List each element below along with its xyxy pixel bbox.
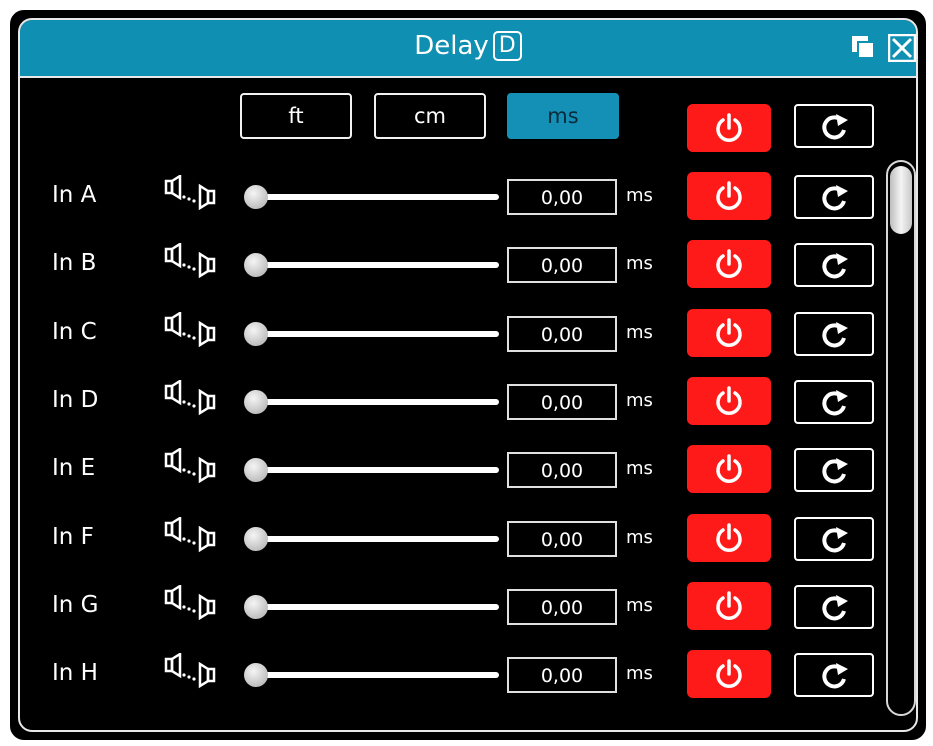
power-icon <box>716 318 742 347</box>
channel-f-value-field[interactable]: 0,00 <box>507 521 617 557</box>
reset-icon <box>822 253 848 279</box>
window-title-text: Delay <box>414 31 489 61</box>
speaker-link-icon[interactable] <box>160 175 222 213</box>
speaker-link-icon[interactable] <box>160 517 222 555</box>
channel-h-reset-button[interactable] <box>794 653 874 697</box>
reset-icon <box>822 663 848 689</box>
channel-c-delay-slider[interactable] <box>252 331 499 337</box>
channel-e-delay-slider[interactable] <box>252 467 499 473</box>
channel-f-unit-label: ms <box>626 527 653 548</box>
unit-cm-button[interactable]: cm <box>374 93 486 139</box>
channel-d-delay-slider[interactable] <box>252 399 499 405</box>
channel-e-power-button[interactable] <box>687 445 771 493</box>
channel-c-value-field[interactable]: 0,00 <box>507 316 617 352</box>
channel-d-slider-knob[interactable] <box>244 390 268 414</box>
channel-b-label: In B <box>52 250 97 276</box>
unit-ft-button[interactable]: ft <box>240 93 352 139</box>
master-reset-button[interactable] <box>794 104 874 148</box>
window-title: Delay D <box>20 31 916 61</box>
channel-h-value-field[interactable]: 0,00 <box>507 657 617 693</box>
speaker-link-icon[interactable] <box>160 448 222 486</box>
channel-c-power-button[interactable] <box>687 309 771 357</box>
channel-b-slider-knob[interactable] <box>244 253 268 277</box>
channel-d-power-button[interactable] <box>687 377 771 425</box>
power-icon <box>716 181 742 210</box>
channel-h-unit-label: ms <box>626 663 653 684</box>
channel-g-reset-button[interactable] <box>794 585 874 629</box>
channel-b-delay-slider[interactable] <box>252 262 499 268</box>
reset-icon <box>822 390 848 416</box>
scrollbar[interactable] <box>886 160 916 716</box>
channel-c-reset-button[interactable] <box>794 312 874 356</box>
reset-icon <box>822 114 848 140</box>
channel-h-label: In H <box>52 660 98 686</box>
power-icon <box>716 523 742 552</box>
channel-e-unit-label: ms <box>626 458 653 479</box>
unit-ms-button[interactable]: ms <box>507 93 619 139</box>
speaker-link-icon[interactable] <box>160 312 222 350</box>
channel-e-reset-button[interactable] <box>794 448 874 492</box>
restore-window-icon[interactable] <box>850 34 878 62</box>
reset-icon <box>822 458 848 484</box>
power-icon <box>716 113 742 142</box>
window-title-badge: D <box>492 31 522 61</box>
channel-f-power-button[interactable] <box>687 514 771 562</box>
speaker-link-icon[interactable] <box>160 243 222 281</box>
speaker-link-icon[interactable] <box>160 380 222 418</box>
channel-d-unit-label: ms <box>626 390 653 411</box>
channel-b-unit-label: ms <box>626 253 653 274</box>
channel-h-power-button[interactable] <box>687 650 771 698</box>
speaker-link-icon[interactable] <box>160 585 222 623</box>
channel-c-unit-label: ms <box>626 322 653 343</box>
channel-a-label: In A <box>52 182 97 208</box>
channel-f-delay-slider[interactable] <box>252 536 499 542</box>
title-bar[interactable]: Delay D <box>20 20 916 78</box>
channel-a-power-button[interactable] <box>687 172 771 220</box>
channel-a-slider-knob[interactable] <box>244 185 268 209</box>
channel-a-unit-label: ms <box>626 185 653 206</box>
power-icon <box>716 454 742 483</box>
channel-g-value-field[interactable]: 0,00 <box>507 589 617 625</box>
channel-a-reset-button[interactable] <box>794 175 874 219</box>
channel-e-slider-knob[interactable] <box>244 458 268 482</box>
channel-g-delay-slider[interactable] <box>252 604 499 610</box>
channel-c-label: In C <box>52 319 97 345</box>
channel-f-slider-knob[interactable] <box>244 527 268 551</box>
channel-a-value-field[interactable]: 0,00 <box>507 179 617 215</box>
channel-f-label: In F <box>52 524 94 550</box>
reset-icon <box>822 595 848 621</box>
channel-g-label: In G <box>52 592 99 618</box>
power-icon <box>716 249 742 278</box>
channel-d-reset-button[interactable] <box>794 380 874 424</box>
channel-e-value-field[interactable]: 0,00 <box>507 452 617 488</box>
channel-g-slider-knob[interactable] <box>244 595 268 619</box>
power-icon <box>716 591 742 620</box>
speaker-link-icon[interactable] <box>160 653 222 691</box>
channel-h-delay-slider[interactable] <box>252 672 499 678</box>
channel-d-label: In D <box>52 387 99 413</box>
channel-b-power-button[interactable] <box>687 240 771 288</box>
reset-icon <box>822 527 848 553</box>
channel-d-value-field[interactable]: 0,00 <box>507 384 617 420</box>
channel-e-label: In E <box>52 455 96 481</box>
channel-g-power-button[interactable] <box>687 582 771 630</box>
master-power-button[interactable] <box>687 104 771 152</box>
scrollbar-thumb[interactable] <box>890 166 912 234</box>
power-icon <box>716 659 742 688</box>
channel-b-reset-button[interactable] <box>794 243 874 287</box>
power-icon <box>716 386 742 415</box>
channel-h-slider-knob[interactable] <box>244 663 268 687</box>
channel-g-unit-label: ms <box>626 595 653 616</box>
close-icon[interactable] <box>888 34 916 62</box>
channel-b-value-field[interactable]: 0,00 <box>507 247 617 283</box>
channel-a-delay-slider[interactable] <box>252 194 499 200</box>
channel-c-slider-knob[interactable] <box>244 322 268 346</box>
reset-icon <box>822 185 848 211</box>
reset-icon <box>822 322 848 348</box>
channel-f-reset-button[interactable] <box>794 517 874 561</box>
